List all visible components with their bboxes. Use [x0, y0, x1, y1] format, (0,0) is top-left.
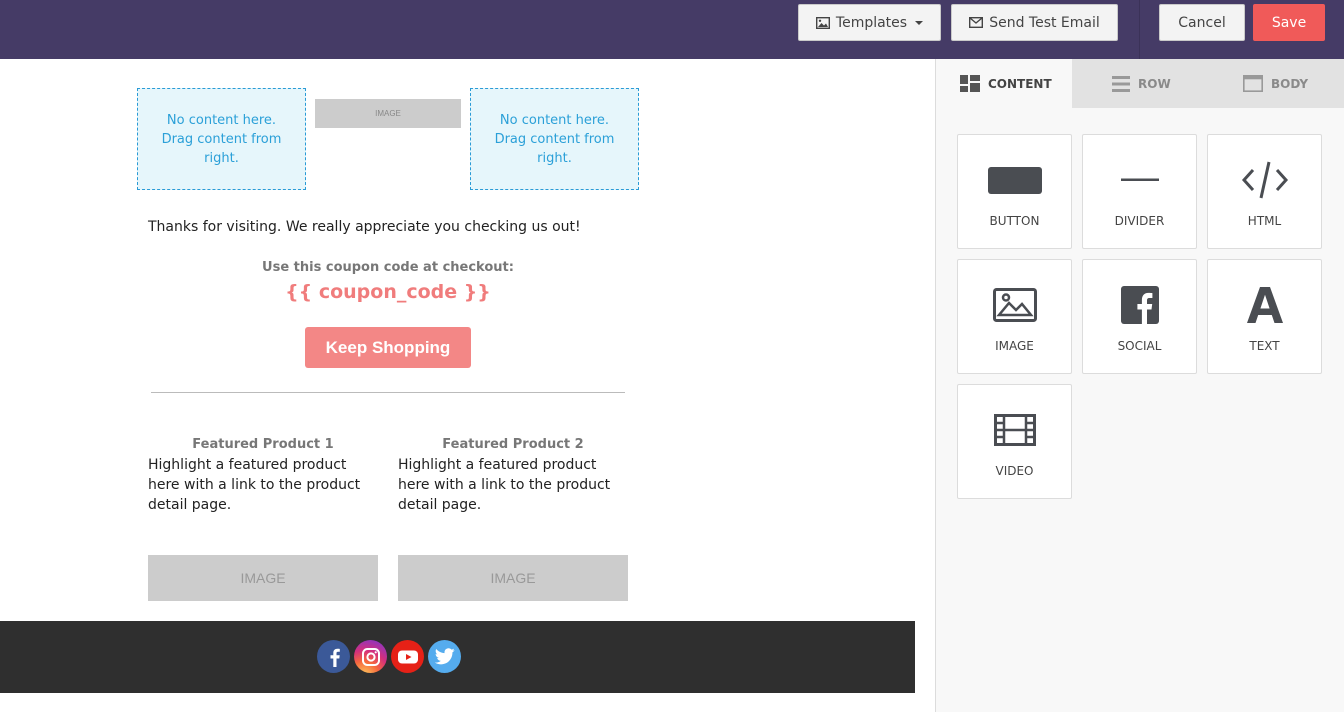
coupon-label[interactable]: Use this coupon code at checkout:: [148, 260, 628, 275]
film-icon: [993, 410, 1036, 450]
content-panel: CONTENT ROW BODY BUTTON DIVIDER HTML IMA…: [935, 59, 1344, 712]
window-icon: [1243, 75, 1263, 92]
featured-product-1[interactable]: Featured Product 1 Highlight a featured …: [148, 437, 378, 515]
tile-label: SOCIAL: [1117, 339, 1162, 353]
coupon-code[interactable]: {{ coupon_code }}: [148, 281, 628, 303]
tab-row[interactable]: ROW: [1088, 59, 1208, 108]
tab-body[interactable]: BODY: [1219, 59, 1344, 108]
content-tile-divider[interactable]: DIVIDER: [1082, 134, 1197, 249]
empty-dropzone-right[interactable]: No content here. Drag content from right…: [470, 88, 639, 190]
tab-label: ROW: [1138, 76, 1171, 91]
product-description: Highlight a featured product here with a…: [148, 457, 361, 513]
product-title: Featured Product 1: [192, 437, 334, 452]
content-tile-html[interactable]: HTML: [1207, 134, 1322, 249]
product-image-placeholder-2[interactable]: IMAGE: [398, 555, 628, 601]
product-description: Highlight a featured product here with a…: [398, 457, 611, 513]
social-footer[interactable]: [0, 621, 915, 693]
text-icon: [1245, 285, 1285, 325]
save-button[interactable]: Save: [1253, 4, 1325, 41]
twitter-icon[interactable]: [428, 640, 461, 673]
rows-icon: [1112, 75, 1130, 92]
tile-label: BUTTON: [989, 214, 1040, 228]
tile-label: TEXT: [1249, 339, 1280, 353]
cancel-button[interactable]: Cancel: [1159, 4, 1245, 41]
code-icon: [1241, 160, 1289, 200]
top-toolbar: Templates Send Test Email Cancel Save: [0, 0, 1344, 59]
image-icon: [815, 16, 830, 29]
tile-label: DIVIDER: [1114, 214, 1165, 228]
send-test-email-button[interactable]: Send Test Email: [951, 4, 1118, 41]
tile-label: VIDEO: [995, 464, 1034, 478]
grid-icon: [960, 75, 980, 92]
youtube-icon[interactable]: [391, 640, 424, 673]
templates-label: Templates: [835, 14, 908, 31]
keep-shopping-button[interactable]: Keep Shopping: [305, 327, 471, 368]
content-divider[interactable]: [151, 392, 625, 393]
envelope-icon: [969, 17, 984, 28]
email-canvas: No content here. Drag content from right…: [0, 59, 935, 712]
tile-label: HTML: [1247, 214, 1282, 228]
image-icon: [992, 285, 1037, 325]
divider-icon: [1120, 160, 1159, 200]
tab-label: CONTENT: [988, 76, 1052, 91]
chevron-down-icon: [915, 20, 924, 25]
image-placeholder-header[interactable]: IMAGE: [315, 99, 461, 128]
thanks-text[interactable]: Thanks for visiting. We really appreciat…: [148, 219, 581, 235]
content-tile-text[interactable]: TEXT: [1207, 259, 1322, 374]
panel-tabs: CONTENT ROW BODY: [936, 59, 1344, 108]
tab-content[interactable]: CONTENT: [936, 59, 1072, 108]
product-image-placeholder-1[interactable]: IMAGE: [148, 555, 378, 601]
content-tile-social[interactable]: SOCIAL: [1082, 259, 1197, 374]
product-title: Featured Product 2: [442, 437, 584, 452]
content-tile-video[interactable]: VIDEO: [957, 384, 1072, 499]
templates-button[interactable]: Templates: [798, 4, 941, 41]
facebook-icon[interactable]: [317, 640, 350, 673]
tile-label: IMAGE: [995, 339, 1034, 353]
send-test-label: Send Test Email: [989, 14, 1100, 31]
content-tile-image[interactable]: IMAGE: [957, 259, 1072, 374]
content-tile-button[interactable]: BUTTON: [957, 134, 1072, 249]
empty-dropzone-left[interactable]: No content here. Drag content from right…: [137, 88, 306, 190]
tab-label: BODY: [1271, 76, 1309, 91]
instagram-icon[interactable]: [354, 640, 387, 673]
facebook-icon: [1120, 285, 1159, 325]
button-icon: [987, 160, 1042, 200]
toolbar-separator: [1139, 0, 1140, 59]
featured-product-2[interactable]: Featured Product 2 Highlight a featured …: [398, 437, 628, 515]
